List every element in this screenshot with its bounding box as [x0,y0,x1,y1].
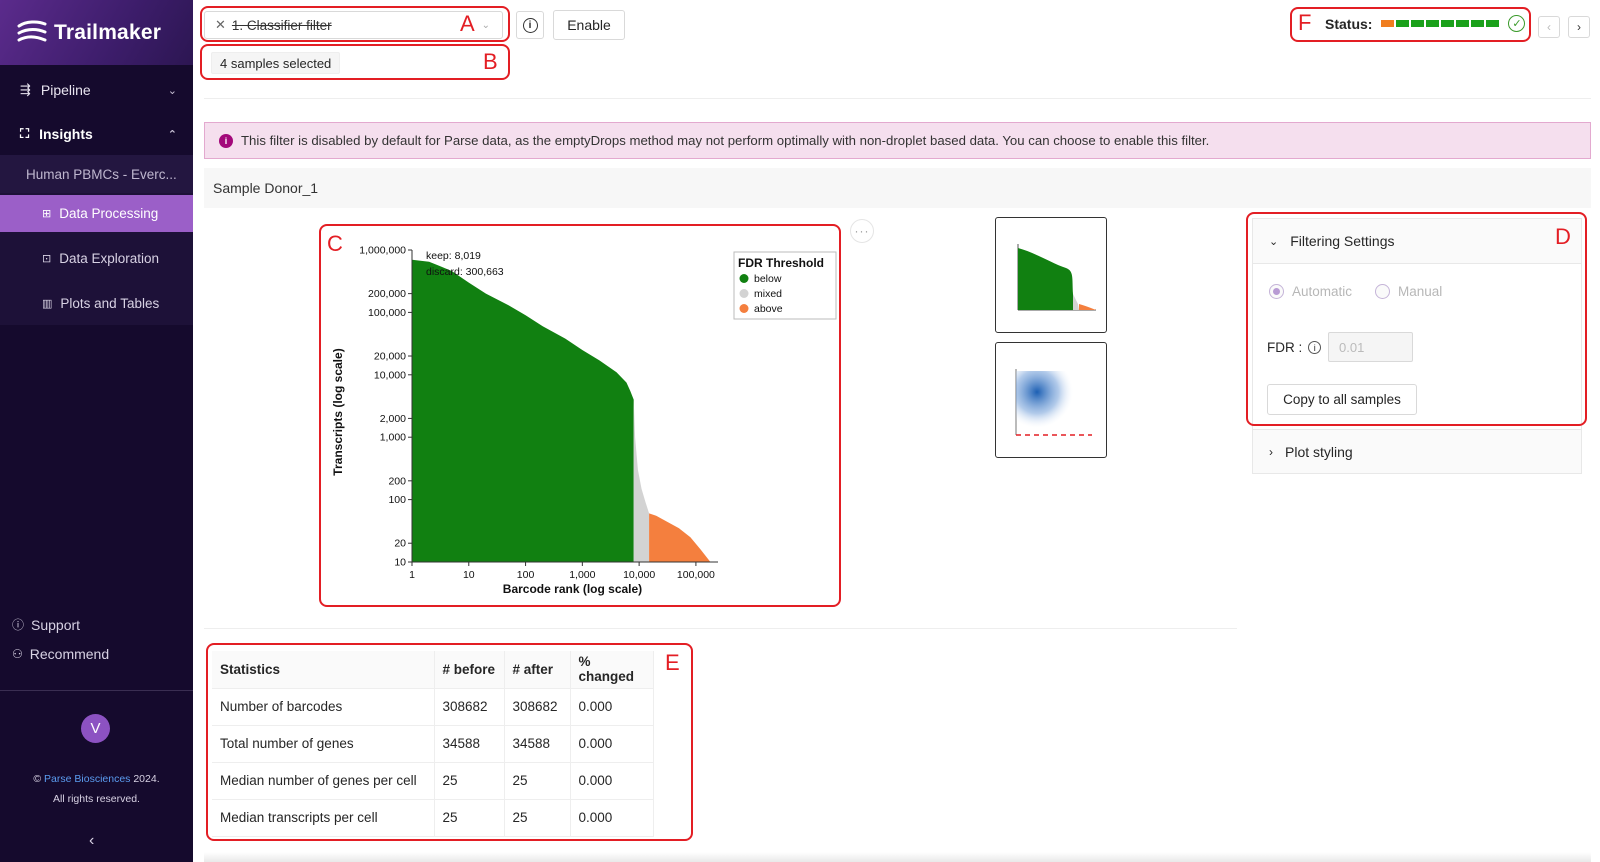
horizontal-scrollbar[interactable] [204,852,1591,862]
sample-header: Sample Donor_1 [204,168,1591,208]
annotation-label-b: B [483,49,498,74]
alert-text: This filter is disabled by default for P… [241,133,1210,148]
info-button[interactable]: i [516,11,544,39]
avatar[interactable]: V [81,714,110,743]
annotation-label-c: C [327,231,343,256]
previous-button[interactable]: ‹ [1538,16,1560,38]
knee-plot-thumbnail-image [1017,244,1096,311]
divider [204,628,1237,629]
insights-icon: ⛶ [20,126,30,141]
data-exploration-icon: ⊡ [42,253,52,265]
enable-button[interactable]: Enable [553,10,625,40]
nav-dataset[interactable]: Human PBMCs - Everc... [0,155,193,193]
chevron-right-icon: › [1577,20,1581,34]
data-processing-icon: ⊞ [42,208,52,220]
sidebar: Trailmaker ⇶ Pipeline ⌄ ⛶ Insights ⌃ Hum… [0,0,193,862]
annotation-label-f: F [1298,10,1312,35]
nav-insights-label: Insights [39,126,93,142]
support-label: Support [31,616,81,633]
copyright-symbol: © [33,773,42,785]
sidebar-item-data-processing[interactable]: ⊞ Data Processing [0,195,193,232]
trailmaker-logo-icon [17,19,47,41]
parse-biosciences-link[interactable]: Parse Biosciences [44,773,130,785]
pipeline-icon: ⇶ [20,82,31,97]
sidebar-item-data-exploration[interactable]: ⊡ Data Exploration [0,240,193,277]
sidebar-item-label: Plots and Tables [60,296,160,311]
app-name: Trailmaker [54,20,162,44]
divider [0,690,193,691]
divider [204,98,1591,99]
annotation-label-d: D [1555,224,1571,249]
bar-chart-icon: ▥ [42,298,53,310]
info-alert: i This filter is disabled by default for… [204,122,1591,159]
chevron-up-icon: ⌃ [167,128,177,141]
info-icon: i [219,133,233,148]
question-circle-icon: ⓘ [12,618,25,632]
annotation-box-e [206,643,693,841]
sidebar-item-plots-and-tables[interactable]: ▥ Plots and Tables [0,285,193,322]
user-icon: ⚇ [12,647,23,661]
nav-pipeline[interactable]: ⇶ Pipeline ⌄ [0,68,193,112]
chevron-right-icon: › [1269,444,1273,459]
more-options-button[interactable]: ··· [850,219,874,243]
sidebar-item-label: Data Exploration [59,251,160,266]
ellipsis-icon: ··· [854,224,870,238]
plot-styling-header[interactable]: › Plot styling [1252,429,1582,474]
nav-pipeline-label: Pipeline [40,82,91,98]
annotation-box-d [1246,212,1587,426]
copyright-rights: All rights reserved. [53,793,140,805]
chevron-down-icon: ⌄ [167,84,177,97]
next-button[interactable]: › [1568,16,1590,38]
plot-styling-title: Plot styling [1285,443,1353,460]
annotation-label-e: E [665,650,680,675]
copyright: © Parse Biosciences 2024. All rights res… [0,769,193,809]
recommend-label: Recommend [29,646,110,662]
annotation-box-f [1290,7,1531,42]
annotation-box-c [319,224,841,607]
collapse-sidebar-icon[interactable]: ‹ [89,832,94,850]
sidebar-item-label: Data Processing [59,206,159,221]
annotation-box-b [200,44,510,80]
annotation-label-a: A [460,11,475,36]
info-icon: i [522,17,538,33]
nav-insights[interactable]: ⛶ Insights ⌃ [0,112,193,156]
copyright-year: 2024. [133,773,160,785]
logo[interactable]: Trailmaker [0,0,193,65]
chevron-left-icon: ‹ [1547,20,1551,34]
thumbnail-scatter-plot[interactable] [995,342,1107,458]
recommend-link[interactable]: ⚇ Recommend [12,646,109,662]
scatter-plot-thumbnail-image [1015,369,1092,436]
support-link[interactable]: ⓘ Support [12,616,80,633]
thumbnail-knee-plot[interactable] [995,217,1107,333]
